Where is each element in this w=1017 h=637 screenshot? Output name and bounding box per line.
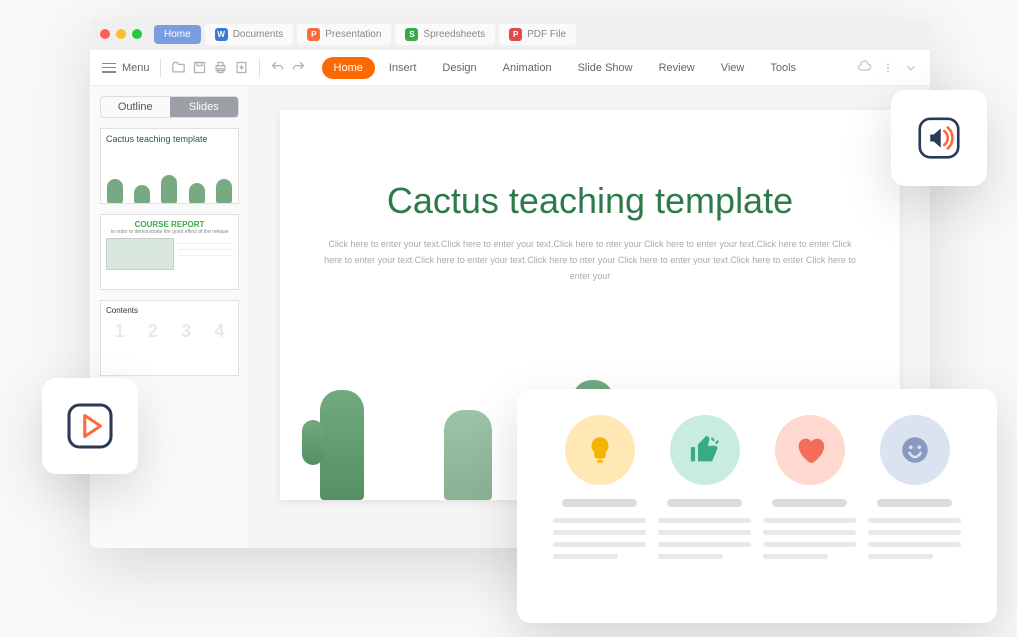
placeholder-lines xyxy=(652,499,757,559)
stats-card xyxy=(517,389,997,623)
stat-circle xyxy=(565,415,635,485)
ribbon-tab-view[interactable]: View xyxy=(709,57,757,79)
tab-presentation[interactable]: P Presentation xyxy=(297,24,391,45)
divider xyxy=(160,59,161,77)
undo-icon[interactable] xyxy=(270,60,285,75)
ribbon-tab-animation[interactable]: Animation xyxy=(491,57,564,79)
ribbon-tab-tools[interactable]: Tools xyxy=(758,57,808,79)
slide-panel: Outline Slides Cactus teaching template … xyxy=(90,86,250,548)
redo-icon[interactable] xyxy=(291,60,306,75)
lightbulb-icon xyxy=(583,433,617,467)
thumb-subtitle: In order to demonstrate the good effect … xyxy=(106,229,233,235)
cactus-graphic xyxy=(101,173,238,203)
pdf-icon: P xyxy=(509,28,522,41)
ribbon-tabs: Home Insert Design Animation Slide Show … xyxy=(322,57,809,79)
tab-pdf[interactable]: P PDF File xyxy=(499,24,576,45)
slide-title: Cactus teaching template xyxy=(310,180,870,222)
divider xyxy=(259,59,260,77)
save-icon[interactable] xyxy=(192,60,207,75)
window-controls xyxy=(100,29,142,39)
thumb-numbers: 1 2 3 4 xyxy=(106,321,233,342)
placeholder-lines xyxy=(757,499,862,559)
thumb-title: COURSE REPORT xyxy=(106,220,233,229)
ribbon-tab-design[interactable]: Design xyxy=(430,57,488,79)
thumb-title: Cactus teaching template xyxy=(106,134,233,144)
more-icon[interactable] xyxy=(882,62,894,74)
cloud-icon[interactable] xyxy=(857,60,872,75)
maximize-icon[interactable] xyxy=(132,29,142,39)
presentation-icon: P xyxy=(307,28,320,41)
placeholder-lines xyxy=(547,499,652,559)
heart-icon xyxy=(793,433,827,467)
ribbon: Menu Home Insert Design Animation Slide … xyxy=(90,50,930,86)
close-icon[interactable] xyxy=(100,29,110,39)
stat-smile xyxy=(862,415,967,559)
tab-label: Home xyxy=(164,29,191,40)
tab-home[interactable]: Home xyxy=(154,25,201,44)
hamburger-icon[interactable] xyxy=(102,63,116,73)
documents-icon: W xyxy=(215,28,228,41)
tab-label: Presentation xyxy=(325,29,381,40)
ribbon-tab-slideshow[interactable]: Slide Show xyxy=(566,57,645,79)
thumbs-up-icon xyxy=(688,433,722,467)
stat-heart xyxy=(757,415,862,559)
ribbon-tab-insert[interactable]: Insert xyxy=(377,57,429,79)
spreadsheets-icon: S xyxy=(405,28,418,41)
placeholder-lines xyxy=(862,499,967,559)
thumb-body xyxy=(106,238,233,270)
chevron-down-icon[interactable] xyxy=(904,61,918,75)
slide-thumb-3[interactable]: Contents 1 2 3 4 xyxy=(100,300,239,376)
speaker-icon xyxy=(911,110,967,166)
speaker-card[interactable] xyxy=(891,90,987,186)
stat-circle xyxy=(880,415,950,485)
ribbon-tab-review[interactable]: Review xyxy=(647,57,707,79)
stat-circle xyxy=(670,415,740,485)
minimize-icon[interactable] xyxy=(116,29,126,39)
smile-icon xyxy=(898,433,932,467)
stat-thumbsup xyxy=(652,415,757,559)
tab-label: PDF File xyxy=(527,29,566,40)
titlebar: Home W Documents P Presentation S Spreed… xyxy=(90,18,930,50)
menu-label[interactable]: Menu xyxy=(122,62,150,74)
panel-tab-outline[interactable]: Outline xyxy=(101,97,170,117)
slide-thumb-1[interactable]: Cactus teaching template xyxy=(100,128,239,204)
export-icon[interactable] xyxy=(234,60,249,75)
stat-lightbulb xyxy=(547,415,652,559)
play-icon xyxy=(62,398,118,454)
tab-label: Spreedsheets xyxy=(423,29,485,40)
tab-spreadsheets[interactable]: S Spreedsheets xyxy=(395,24,495,45)
slide-body-text: Click here to enter your text.Click here… xyxy=(310,236,870,285)
play-card[interactable] xyxy=(42,378,138,474)
stat-circle xyxy=(775,415,845,485)
ribbon-tab-home[interactable]: Home xyxy=(322,57,375,79)
print-icon[interactable] xyxy=(213,60,228,75)
tab-documents[interactable]: W Documents xyxy=(205,24,294,45)
open-icon[interactable] xyxy=(171,60,186,75)
tab-label: Documents xyxy=(233,29,284,40)
thumb-title: Contents xyxy=(106,306,233,315)
panel-tab-slides[interactable]: Slides xyxy=(170,97,239,117)
panel-tabs: Outline Slides xyxy=(100,96,239,118)
slide-thumb-2[interactable]: COURSE REPORT In order to demonstrate th… xyxy=(100,214,239,290)
